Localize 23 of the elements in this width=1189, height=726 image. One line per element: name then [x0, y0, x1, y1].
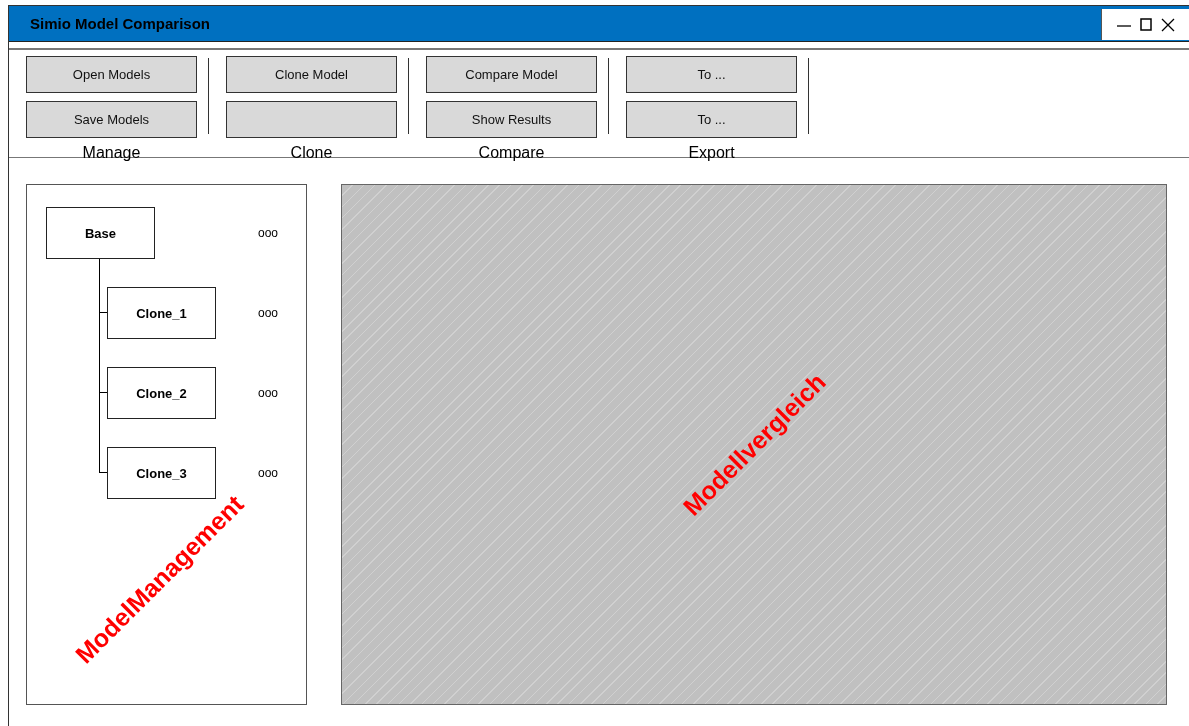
more-options[interactable]: ooo — [258, 438, 279, 480]
group-label: Compare — [478, 144, 545, 162]
tree-node[interactable]: Clone_3 — [107, 447, 216, 499]
window-title: Simio Model Comparison — [30, 15, 210, 32]
maximize-icon[interactable] — [1137, 16, 1154, 33]
more-options[interactable]: ooo — [258, 278, 279, 320]
ribbon-button[interactable]: Show Results — [426, 101, 597, 138]
ribbon-button[interactable]: To ... — [626, 101, 797, 138]
tree-node[interactable]: Clone_2 — [107, 367, 216, 419]
group-label: Export — [688, 144, 735, 162]
more-options[interactable]: ooo — [258, 226, 279, 240]
ribbon-button[interactable]: Save Models — [26, 101, 197, 138]
more-options[interactable]: ooo — [258, 358, 279, 400]
ribbon-button[interactable]: Open Models — [26, 56, 197, 93]
group-label: Clone — [290, 144, 333, 162]
tree-node[interactable]: Base — [46, 207, 155, 259]
tree-node[interactable]: Clone_1 — [107, 287, 216, 339]
group-label: Manage — [82, 144, 141, 162]
ribbon-button[interactable]: Clone Model — [226, 56, 397, 93]
close-icon[interactable] — [1159, 16, 1176, 33]
ribbon-button[interactable]: Compare Model — [426, 56, 597, 93]
ribbon-button[interactable] — [226, 101, 397, 138]
ribbon-button[interactable]: To ... — [626, 56, 797, 93]
